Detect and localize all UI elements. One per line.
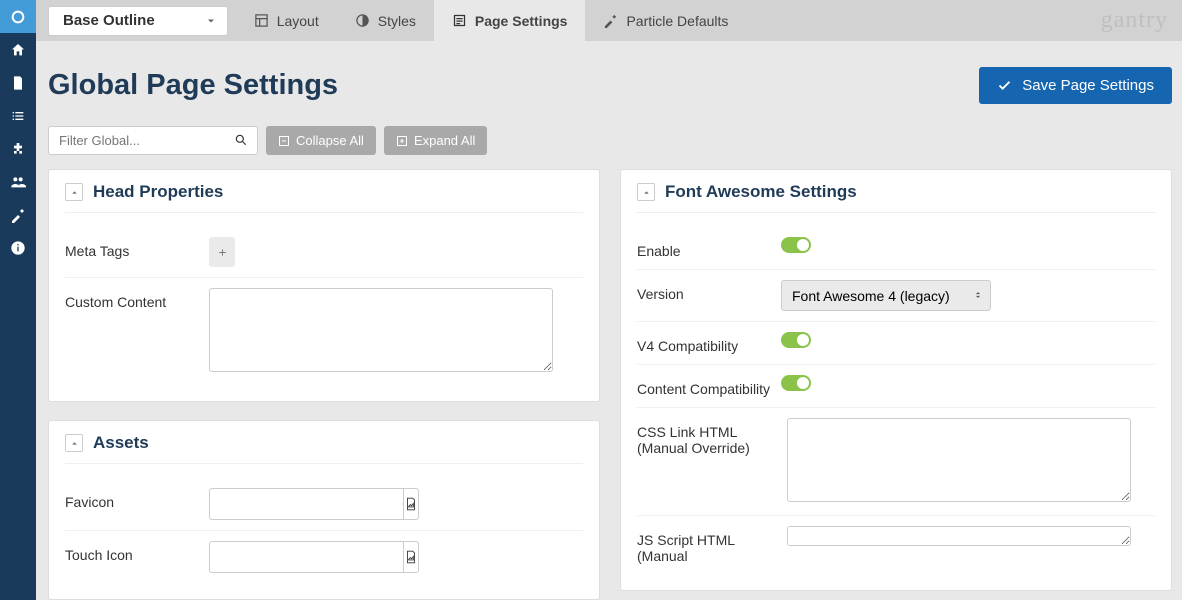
expand-all-button[interactable]: Expand All [384,126,487,155]
layout-icon [254,13,269,28]
collapse-icon [278,135,290,147]
fa-content-compat-label: Content Compatibility [637,375,781,397]
assets-title: Assets [93,433,149,453]
fa-version-label: Version [637,280,781,302]
chevron-up-icon [70,188,79,197]
tabs: Layout Styles Page Settings Particle Def… [236,0,747,41]
favicon-label: Favicon [65,488,209,510]
custom-content-label: Custom Content [65,288,209,310]
chevron-up-icon [70,439,79,448]
tab-styles[interactable]: Styles [337,0,434,41]
fa-js-script-textarea[interactable] [787,526,1131,546]
sidebar-users[interactable] [0,165,36,198]
custom-content-textarea[interactable] [209,288,553,372]
sidebar-list[interactable] [0,99,36,132]
fa-content-compat-toggle[interactable] [781,375,811,391]
check-icon [997,78,1012,93]
fa-v4-compat-toggle[interactable] [781,332,811,348]
tab-page-settings[interactable]: Page Settings [434,0,586,41]
fa-css-link-label: CSS Link HTML (Manual Override) [637,418,787,456]
page-settings-icon [452,13,467,28]
head-properties-panel: Head Properties Meta Tags Custom Content [48,169,600,402]
sidebar-plugin[interactable] [0,132,36,165]
plus-icon [217,247,228,258]
chevron-down-icon [205,15,217,27]
font-awesome-title: Font Awesome Settings [665,182,857,202]
top-bar: Base Outline Layout Styles Page Settings [36,0,1182,41]
favicon-picker-button[interactable] [403,488,419,520]
fa-js-script-label: JS Script HTML (Manual [637,526,787,564]
save-page-settings-button[interactable]: Save Page Settings [979,67,1172,104]
fa-css-link-textarea[interactable] [787,418,1131,502]
touch-icon-label: Touch Icon [65,541,209,563]
search-icon [234,133,248,147]
fa-enable-toggle[interactable] [781,237,811,253]
head-properties-title: Head Properties [93,182,223,202]
tab-layout[interactable]: Layout [236,0,337,41]
fa-enable-label: Enable [637,237,781,259]
wrench-icon [603,13,618,28]
sidebar-info[interactable] [0,231,36,264]
collapse-head-properties[interactable] [65,183,83,201]
expand-icon [396,135,408,147]
collapse-assets[interactable] [65,434,83,452]
add-meta-tag-button[interactable] [209,237,235,267]
filter-global-input[interactable] [48,126,258,155]
admin-sidebar [0,0,36,600]
sidebar-home[interactable] [0,33,36,66]
page-title: Global Page Settings [48,69,338,102]
contrast-icon [355,13,370,28]
assets-panel: Assets Favicon Tou [48,420,600,600]
collapse-all-button[interactable]: Collapse All [266,126,376,155]
file-image-icon [404,497,418,511]
brand-logo: gantry [1101,7,1168,34]
file-image-icon [404,550,418,564]
collapse-all-label: Collapse All [296,133,364,148]
tab-layout-label: Layout [277,13,319,29]
fa-v4-compat-label: V4 Compatibility [637,332,781,354]
tab-styles-label: Styles [378,13,416,29]
tab-particle-defaults[interactable]: Particle Defaults [585,0,746,41]
fa-version-select[interactable]: Font Awesome 4 (legacy) [781,280,991,311]
chevron-up-icon [642,188,651,197]
favicon-input[interactable] [209,488,403,520]
sidebar-tools[interactable] [0,198,36,231]
sidebar-dashboard[interactable] [0,0,36,33]
tab-particle-defaults-label: Particle Defaults [626,13,728,29]
collapse-font-awesome[interactable] [637,183,655,201]
meta-tags-label: Meta Tags [65,237,209,259]
tab-page-settings-label: Page Settings [475,13,568,29]
outline-select-label: Base Outline [63,12,155,29]
outline-select[interactable]: Base Outline [48,6,228,36]
font-awesome-panel: Font Awesome Settings Enable Version [620,169,1172,591]
expand-all-label: Expand All [414,133,475,148]
sidebar-page[interactable] [0,66,36,99]
save-button-label: Save Page Settings [1022,77,1154,94]
